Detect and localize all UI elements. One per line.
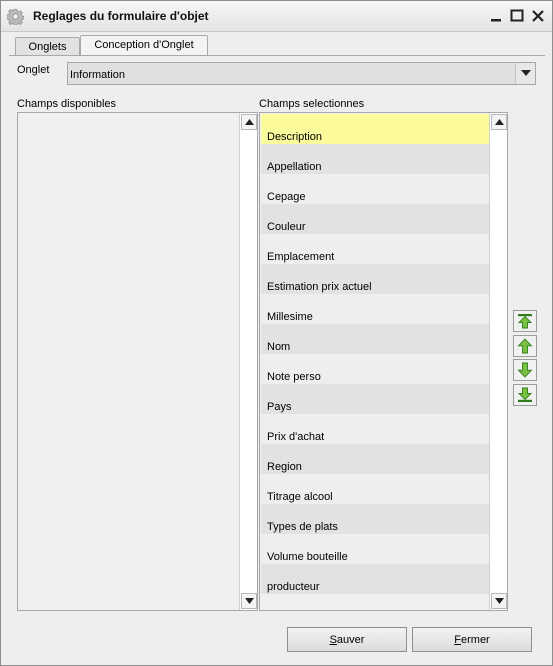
gear-icon[interactable] (6, 8, 25, 27)
close-button[interactable]: Fermer (412, 627, 532, 652)
selected-scrollbar[interactable] (489, 113, 507, 610)
list-item[interactable]: Pays (261, 384, 489, 414)
tab-divider (9, 55, 545, 56)
scroll-up-icon[interactable] (241, 114, 257, 130)
list-item[interactable]: Note perso (261, 354, 489, 384)
list-item[interactable]: Prix d'achat (261, 414, 489, 444)
list-item[interactable]: Nom (261, 324, 489, 354)
tab-onglets[interactable]: Onglets (15, 37, 80, 56)
onglet-select-value: Information (70, 69, 126, 81)
scroll-up-icon[interactable] (491, 114, 507, 130)
list-item[interactable]: Description (261, 114, 489, 144)
close-icon[interactable] (531, 9, 545, 23)
onglet-select[interactable]: Information (67, 62, 536, 85)
move-up-icon[interactable] (513, 335, 537, 357)
selected-fields-label: Champs selectionnes (259, 98, 365, 110)
move-to-bottom-icon[interactable] (513, 384, 537, 406)
list-item[interactable]: Titrage alcool (261, 474, 489, 504)
list-item[interactable]: Region (261, 444, 489, 474)
list-item[interactable]: Emplacement (261, 234, 489, 264)
list-item[interactable]: producteur (261, 564, 489, 594)
available-fields-label: Champs disponibles (17, 98, 117, 110)
minimize-icon[interactable] (489, 9, 503, 23)
tab-conception-onglet[interactable]: Conception d'Onglet (80, 35, 208, 56)
available-scrollbar[interactable] (239, 113, 257, 610)
list-item[interactable]: Millesime (261, 294, 489, 324)
list-item[interactable]: Couleur (261, 204, 489, 234)
title-bar[interactable]: Reglages du formulaire d'objet (1, 1, 552, 32)
save-button-label: Sauver (329, 633, 365, 646)
available-fields-list[interactable] (17, 112, 258, 611)
list-item[interactable]: Cepage (261, 174, 489, 204)
onglet-label: Onglet (17, 64, 50, 76)
close-button-label: Fermer (454, 633, 490, 646)
list-item[interactable]: Types de plats (261, 504, 489, 534)
list-item[interactable]: Estimation prix actuel (261, 264, 489, 294)
dialog-window: Reglages du formulaire d'objet Onglets C… (0, 0, 553, 666)
selected-fields-list[interactable]: Description Appellation Cepage Couleur Empla… (259, 112, 508, 611)
save-button[interactable]: Sauver (287, 627, 407, 652)
list-item[interactable]: Appellation (261, 144, 489, 174)
maximize-icon[interactable] (510, 9, 524, 23)
window-title: Reglages du formulaire d'objet (33, 9, 209, 23)
chevron-down-icon[interactable] (515, 63, 535, 84)
scroll-down-icon[interactable] (491, 593, 507, 609)
selected-fields-rows: Description Appellation Cepage Couleur Empla… (261, 114, 489, 594)
move-down-icon[interactable] (513, 359, 537, 381)
list-item[interactable]: Volume bouteille (261, 534, 489, 564)
scroll-down-icon[interactable] (241, 593, 257, 609)
move-to-top-icon[interactable] (513, 310, 537, 332)
